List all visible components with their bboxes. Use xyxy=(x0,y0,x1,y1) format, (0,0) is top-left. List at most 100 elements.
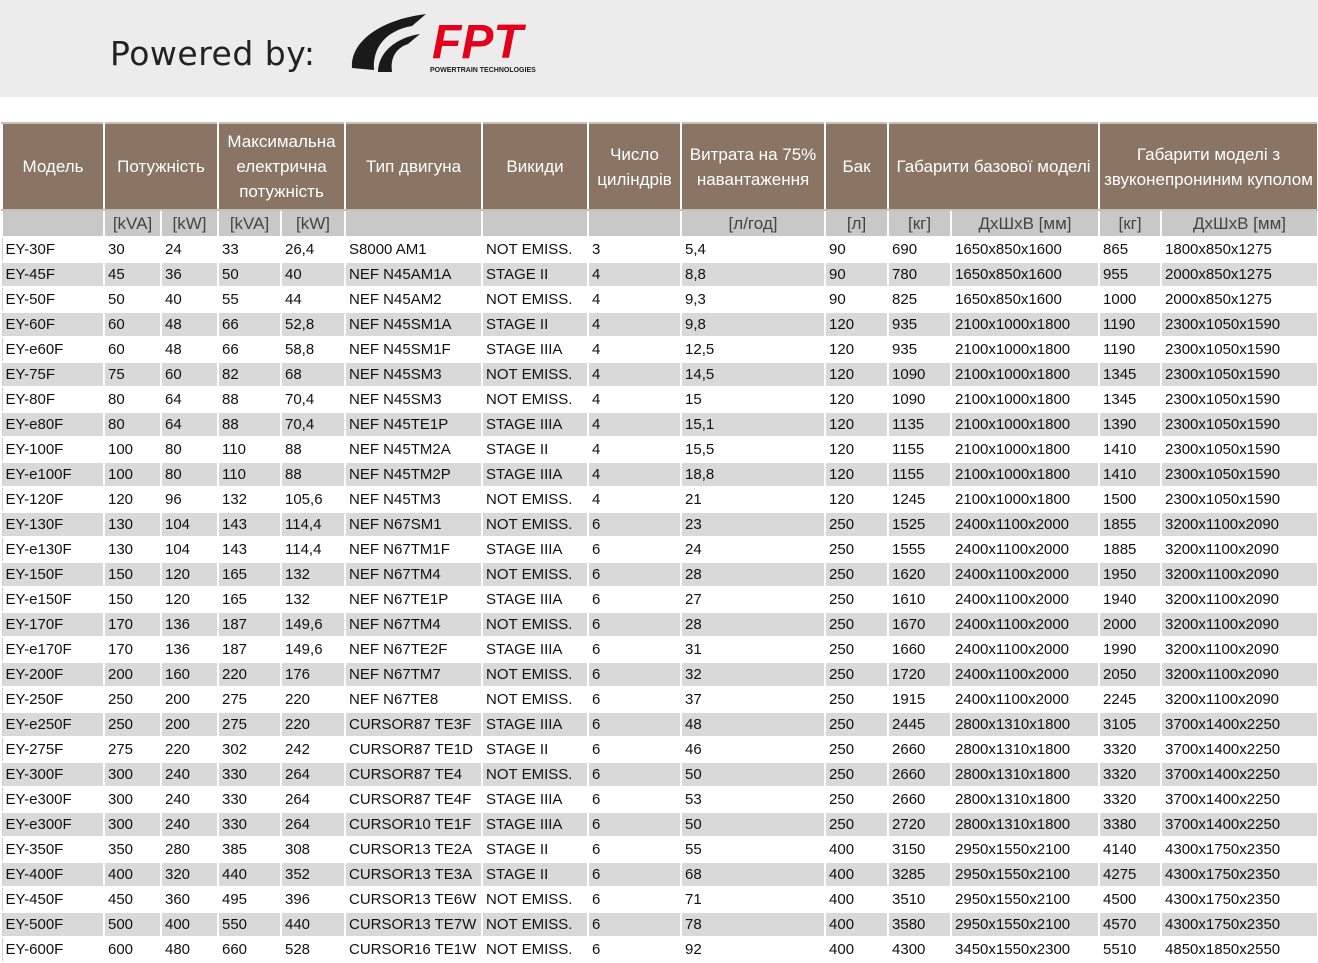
table-cell: 149,6 xyxy=(279,611,347,638)
table-cell: 1650x850x1600 xyxy=(950,286,1101,313)
table-cell: STAGE IIIA xyxy=(481,711,590,738)
table-cell: 48 xyxy=(680,711,827,738)
table-cell: NEF N67TM4 xyxy=(344,611,484,638)
table-cell: 3200x1100x2090 xyxy=(1160,636,1318,663)
table-cell: 40 xyxy=(160,286,219,313)
table-cell: NOT EMISS. xyxy=(481,911,590,938)
table-cell: 400 xyxy=(824,911,890,938)
table-cell: 6 xyxy=(587,936,683,963)
table-cell: 220 xyxy=(279,686,347,713)
table-cell: 3105 xyxy=(1098,711,1163,738)
table-cell: 165 xyxy=(217,561,282,588)
table-cell: 1090 xyxy=(887,386,953,413)
table-cell: 660 xyxy=(217,936,282,963)
table-cell: 2300x1050x1590 xyxy=(1160,386,1318,413)
table-cell: 250 xyxy=(824,661,890,688)
table-cell: 92 xyxy=(680,936,827,963)
table-cell: 1620 xyxy=(887,561,953,588)
table-cell: 400 xyxy=(824,936,890,963)
table-cell: 60 xyxy=(103,336,162,363)
table-cell: STAGE IIIA xyxy=(481,811,590,838)
table-cell: 250 xyxy=(103,711,162,738)
table-cell: 4 xyxy=(587,336,683,363)
table-cell: 2100x1000x1800 xyxy=(950,336,1101,363)
table-cell: 264 xyxy=(279,761,347,788)
table-cell: 240 xyxy=(160,761,219,788)
table-cell: 6 xyxy=(587,561,683,588)
table-cell: 3700x1400x2250 xyxy=(1160,736,1318,763)
table-cell: NOT EMISS. xyxy=(481,661,590,688)
table-cell: 330 xyxy=(217,811,282,838)
table-cell: 330 xyxy=(217,761,282,788)
table-cell: 250 xyxy=(824,786,890,813)
table-cell: EY-100F xyxy=(1,436,105,463)
table-cell: CURSOR13 TE3A xyxy=(344,861,484,888)
col-header-power: Потужність xyxy=(103,122,219,211)
table-cell: 2950x1550x2100 xyxy=(950,836,1101,863)
table-cell: 2100x1000x1800 xyxy=(950,311,1101,338)
col-header-engine-type: Тип двигуна xyxy=(344,122,484,211)
table-cell: STAGE IIIA xyxy=(481,411,590,438)
table-cell: 250 xyxy=(824,511,890,538)
unit-cell xyxy=(344,209,484,238)
table-cell: 80 xyxy=(103,411,162,438)
powered-by-label: Powered by: xyxy=(110,34,316,73)
table-cell: EY-e150F xyxy=(1,586,105,613)
unit-cell: [кг] xyxy=(887,209,953,238)
col-header-model: Модель xyxy=(1,122,105,211)
table-cell: STAGE II xyxy=(481,861,590,888)
unit-cell: [kVA] xyxy=(217,209,282,238)
table-cell: NEF N67SM1 xyxy=(344,511,484,538)
table-cell: STAGE IIIA xyxy=(481,586,590,613)
table-cell: STAGE IIIA xyxy=(481,336,590,363)
table-cell: 200 xyxy=(160,711,219,738)
table-cell: 66 xyxy=(217,311,282,338)
table-cell: STAGE IIIA xyxy=(481,461,590,488)
table-cell: EY-200F xyxy=(1,661,105,688)
unit-cell xyxy=(1,209,105,238)
table-cell: 440 xyxy=(279,911,347,938)
table-cell: 1800x850x1275 xyxy=(1160,236,1318,263)
table-cell: 400 xyxy=(103,861,162,888)
table-cell: 14,5 xyxy=(680,361,827,388)
table-cell: EY-e80F xyxy=(1,411,105,438)
table-cell: EY-275F xyxy=(1,736,105,763)
table-cell: STAGE II xyxy=(481,261,590,288)
table-cell: 170 xyxy=(103,611,162,638)
table-cell: NEF N67TM4 xyxy=(344,561,484,588)
table-cell: 6 xyxy=(587,686,683,713)
table-cell: 1345 xyxy=(1098,386,1163,413)
table-cell: 3510 xyxy=(887,886,953,913)
table-cell: NEF N67TE1P xyxy=(344,586,484,613)
table-cell: 136 xyxy=(160,636,219,663)
table-cell: EY-75F xyxy=(1,361,105,388)
table-cell: 300 xyxy=(103,761,162,788)
table-cell: 4570 xyxy=(1098,911,1163,938)
table-cell: 110 xyxy=(217,436,282,463)
table-cell: 495 xyxy=(217,886,282,913)
table-cell: 44 xyxy=(279,286,347,313)
table-cell: 6 xyxy=(587,761,683,788)
table-cell: 120 xyxy=(160,561,219,588)
table-cell: 104 xyxy=(160,511,219,538)
table-cell: 2400x1100x2000 xyxy=(950,536,1101,563)
table-cell: NEF N67TM1F xyxy=(344,536,484,563)
table-cell: NOT EMISS. xyxy=(481,236,590,263)
table-cell: 2300x1050x1590 xyxy=(1160,486,1318,513)
table-row: EY-e300F 300 240 330 264 CURSOR87 TE4F STAGE I… xyxy=(1,786,1318,813)
table-cell: 2950x1550x2100 xyxy=(950,911,1101,938)
table-cell: NEF N67TM7 xyxy=(344,661,484,688)
table-cell: 2400x1100x2000 xyxy=(950,661,1101,688)
table-cell: 3380 xyxy=(1098,811,1163,838)
table-cell: 3285 xyxy=(887,861,953,888)
table-cell: 3580 xyxy=(887,911,953,938)
table-cell: STAGE II xyxy=(481,436,590,463)
table-cell: 50 xyxy=(680,761,827,788)
table-cell: 78 xyxy=(680,911,827,938)
table-cell: 2660 xyxy=(887,761,953,788)
table-cell: 3320 xyxy=(1098,736,1163,763)
table-cell: 4 xyxy=(587,486,683,513)
unit-cell: ДхШхВ [мм] xyxy=(950,209,1101,238)
fpt-logo-text: FPT xyxy=(432,16,526,69)
table-cell: 105,6 xyxy=(279,486,347,513)
